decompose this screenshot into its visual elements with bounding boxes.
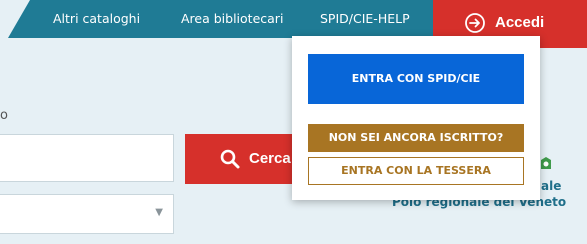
login-arrow-icon xyxy=(465,13,485,33)
spid-login-button[interactable]: ENTRA CON SPID/CIE xyxy=(308,54,524,104)
search-hint: o xyxy=(0,108,8,123)
search-icon xyxy=(220,149,240,169)
login-label: Accedi xyxy=(495,14,545,31)
nav-link-area-bibliotecari[interactable]: Area bibliotecari xyxy=(181,0,283,38)
filter-select[interactable]: ▼ xyxy=(0,194,174,234)
nav-edge xyxy=(0,0,30,38)
search-button-label: Cerca xyxy=(249,150,291,167)
brand-logo-icon xyxy=(541,157,551,169)
nav-link-altri-cataloghi[interactable]: Altri cataloghi xyxy=(53,0,140,38)
register-button[interactable]: NON SEI ANCORA ISCRITTO? xyxy=(308,124,524,152)
search-button[interactable]: Cerca xyxy=(185,134,305,184)
brand-name-fragment: ale xyxy=(541,179,562,193)
nav-link-spid-cie-help[interactable]: SPID/CIE-HELP xyxy=(320,0,410,38)
login-dropdown: ENTRA CON SPID/CIE NON SEI ANCORA ISCRIT… xyxy=(292,36,540,200)
chevron-down-icon: ▼ xyxy=(155,207,163,218)
card-login-button[interactable]: ENTRA CON LA TESSERA xyxy=(308,157,524,185)
search-input[interactable] xyxy=(0,134,174,182)
